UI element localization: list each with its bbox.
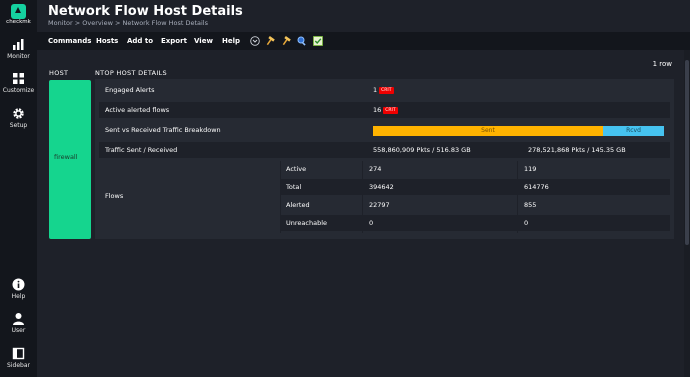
flows-row-active: Active 274 119	[280, 161, 670, 177]
flows-value-a: 274	[369, 165, 382, 173]
detail-row-active-alerted-flows: Active alerted flows 16 CRIT	[99, 102, 670, 118]
engaged-alerts-count: 1	[373, 86, 378, 94]
menu-commands[interactable]: Commands	[48, 37, 91, 45]
checkbox-icon[interactable]	[313, 36, 323, 46]
scrollbar-thumb[interactable]	[685, 60, 689, 245]
detail-label: Active alerted flows	[105, 106, 170, 114]
flows-row-name: Total	[286, 183, 302, 191]
sidebar-item-label: Monitor	[7, 53, 30, 60]
flows-value-a: 0	[369, 219, 374, 227]
traffic-received-value: 278,521,868 Pkts / 145.35 GB	[528, 146, 626, 154]
search-icon[interactable]	[297, 36, 307, 46]
sidebar-item-label: Customize	[2, 87, 35, 94]
flows-value-b: 614776	[524, 183, 549, 191]
flows-value-a: 22797	[369, 201, 390, 209]
flows-value-b: 855	[524, 201, 537, 209]
sidebar-item-label: Sidebar	[7, 362, 30, 369]
ntop-host-details: Engaged Alerts 1 CRIT Active alerted flow…	[95, 79, 674, 239]
traffic-sent-value: 558,860,909 Pkts / 516.83 GB	[373, 146, 471, 154]
info-icon	[12, 278, 25, 291]
flows-value-a: 394642	[369, 183, 394, 191]
flows-value-b: 119	[524, 165, 537, 173]
checkmk-logo[interactable]: checkmk	[0, 0, 37, 28]
sidebar-item-label: User	[11, 327, 26, 334]
menu-help[interactable]: Help	[222, 37, 240, 45]
column-header-ntop-details[interactable]: NTOP HOST DETAILS	[95, 69, 167, 77]
sidebar-item-user[interactable]: User	[0, 312, 37, 334]
gear-icon	[13, 108, 24, 119]
chevron-down-icon[interactable]	[250, 36, 260, 46]
flows-row-alerted: Alerted 22797 855	[280, 197, 670, 213]
hammer-icon[interactable]	[281, 36, 291, 46]
sidebar-icon	[12, 347, 25, 360]
flows-label: Flows	[105, 192, 124, 200]
hammer-icon[interactable]	[265, 36, 275, 46]
user-icon	[13, 313, 24, 325]
grid-icon	[13, 73, 24, 84]
sidebar-item-label: Help	[11, 293, 26, 300]
column-divider	[362, 161, 363, 233]
sidebar-item-setup[interactable]: Setup	[0, 107, 37, 129]
flows-row-name: Active	[286, 165, 307, 173]
detail-row-engaged-alerts: Engaged Alerts 1 CRIT	[99, 82, 670, 98]
menu-export[interactable]: Export	[161, 37, 187, 45]
detail-row-traffic-breakdown: Sent vs Received Traffic Breakdown Sent …	[99, 122, 670, 138]
row-count: 1 row	[652, 60, 672, 68]
page-title: Network Flow Host Details	[48, 4, 243, 19]
flows-row-name: Unreachable	[286, 219, 327, 227]
sidebar-item-sidebar[interactable]: Sidebar	[0, 347, 37, 369]
engaged-alerts-value: 1 CRIT	[373, 86, 394, 94]
sidebar-item-label: Setup	[9, 122, 28, 129]
sidebar-item-customize[interactable]: Customize	[0, 72, 37, 94]
crit-badge: CRIT	[379, 87, 394, 94]
detail-label: Traffic Sent / Received	[105, 146, 178, 154]
menu-view[interactable]: View	[194, 37, 213, 45]
active-alerted-flows-value: 16 CRIT	[373, 106, 398, 114]
menu-hosts[interactable]: Hosts	[96, 37, 118, 45]
sidebar-item-help[interactable]: Help	[0, 278, 37, 300]
flows-row-name: Alerted	[286, 201, 310, 209]
detail-label: Engaged Alerts	[105, 86, 155, 94]
rcvd-segment: Rcvd	[603, 126, 664, 136]
checkmk-logo-icon	[11, 4, 26, 19]
menu-bar: Commands Hosts Add to Export View Help	[37, 32, 690, 50]
active-alerted-flows-count: 16	[373, 106, 382, 114]
column-header-host[interactable]: HOST	[49, 69, 68, 77]
detail-row-traffic-sent-received: Traffic Sent / Received 558,860,909 Pkts…	[99, 142, 670, 158]
bar-chart-icon	[13, 39, 24, 50]
column-divider	[517, 161, 518, 233]
host-state-cell[interactable]: firewall	[49, 80, 91, 239]
column-divider	[280, 161, 281, 233]
breadcrumb[interactable]: Monitor > Overview > Network Flow Host D…	[48, 19, 208, 27]
sent-segment: Sent	[373, 126, 603, 136]
brand-name: checkmk	[6, 19, 31, 25]
crit-badge: CRIT	[383, 107, 398, 114]
detail-label: Sent vs Received Traffic Breakdown	[105, 126, 221, 134]
sidebar-item-monitor[interactable]: Monitor	[0, 38, 37, 60]
host-name[interactable]: firewall	[54, 153, 78, 161]
flows-value-b: 0	[524, 219, 529, 227]
traffic-breakdown-bar: Sent Rcvd	[373, 126, 664, 136]
flows-row-unreachable: Unreachable 0 0	[280, 215, 670, 231]
flows-row-total: Total 394642 614776	[280, 179, 670, 195]
sidebar: checkmk Monitor Customize Setup Help Use…	[0, 0, 37, 377]
menu-add-to[interactable]: Add to	[127, 37, 153, 45]
